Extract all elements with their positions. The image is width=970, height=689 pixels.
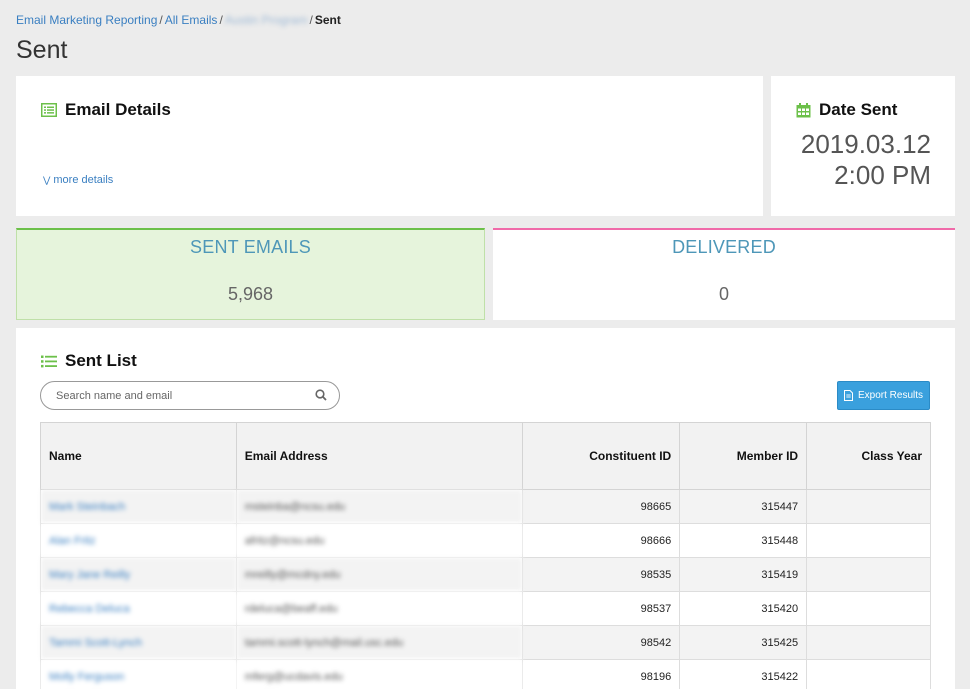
column-header-constituent-id[interactable]: Constituent ID bbox=[522, 422, 681, 490]
email-details-header: Email Details bbox=[41, 100, 171, 120]
date-sent-card: Date Sent 2019.03.12 2:00 PM bbox=[771, 76, 955, 216]
column-header-name[interactable]: Name bbox=[40, 422, 237, 490]
date-sent-header: Date Sent bbox=[796, 100, 897, 120]
row-class-year bbox=[806, 489, 931, 524]
delivered-label: DELIVERED bbox=[672, 237, 776, 257]
breadcrumb-separator: / bbox=[159, 13, 163, 27]
table-row: Molly Ferguson mferg@ucdavis.edu 98196 3… bbox=[40, 659, 931, 689]
date-sent-title: Date Sent bbox=[819, 100, 898, 119]
sent-emails-value: 5,968 bbox=[227, 284, 274, 304]
row-class-year bbox=[806, 591, 931, 626]
export-results-button[interactable]: Export Results bbox=[837, 381, 930, 410]
row-email: mreilly@mcdny.edu bbox=[235, 557, 524, 592]
search-box bbox=[40, 381, 340, 410]
column-header-class-year[interactable]: Class Year bbox=[806, 422, 931, 490]
row-name[interactable]: Molly Ferguson bbox=[40, 659, 237, 689]
table-header-row: Name Email Address Constituent ID Member… bbox=[40, 422, 931, 490]
row-email: tammi.scott-lynch@mail.usc.edu bbox=[235, 625, 524, 660]
column-header-email[interactable]: Email Address bbox=[235, 422, 524, 490]
row-constituent-id: 98666 bbox=[522, 523, 681, 558]
sent-emails-stat[interactable]: SENT EMAILS 5,968 bbox=[16, 228, 485, 320]
breadcrumb: Email Marketing Reporting / All Emails / Aus… bbox=[16, 13, 341, 27]
row-constituent-id: 98535 bbox=[522, 557, 681, 592]
row-constituent-id: 98542 bbox=[522, 625, 681, 660]
table-row: Tammi Scott-Lynch tammi.scott-lynch@mail… bbox=[40, 625, 931, 660]
row-member-id: 315447 bbox=[679, 489, 808, 524]
row-name[interactable]: Tammi Scott-Lynch bbox=[40, 625, 237, 660]
row-member-id: 315422 bbox=[679, 659, 808, 689]
row-class-year bbox=[806, 659, 931, 689]
sent-list-table: Name Email Address Constituent ID Member… bbox=[40, 422, 931, 689]
row-member-id: 315420 bbox=[679, 591, 808, 626]
column-header-member-id[interactable]: Member ID bbox=[679, 422, 808, 490]
row-constituent-id: 98665 bbox=[522, 489, 681, 524]
row-class-year bbox=[806, 523, 931, 558]
row-name[interactable]: Alan Fritz bbox=[40, 523, 237, 558]
breadcrumb-all-emails[interactable]: All Emails bbox=[165, 13, 218, 27]
delivered-value: 0 bbox=[718, 284, 729, 304]
calendar-icon bbox=[796, 102, 811, 117]
row-member-id: 315419 bbox=[679, 557, 808, 592]
table-row: Mark Steinbach msteinba@ncsu.edu 98665 3… bbox=[40, 489, 931, 524]
row-class-year bbox=[806, 625, 931, 660]
row-constituent-id: 98537 bbox=[522, 591, 681, 626]
email-details-title: Email Details bbox=[65, 100, 171, 119]
row-name[interactable]: Mary Jane Reilly bbox=[40, 557, 237, 592]
sent-list-title: Sent List bbox=[65, 351, 137, 370]
sent-emails-label: SENT EMAILS bbox=[190, 237, 311, 257]
row-member-id: 315425 bbox=[679, 625, 808, 660]
email-details-card: Email Details ⋁ more details bbox=[16, 76, 763, 216]
row-email: msteinba@ncsu.edu bbox=[235, 489, 524, 524]
list-icon bbox=[41, 355, 57, 367]
sent-list-card: Sent List Export Results Name Email Addr… bbox=[16, 328, 955, 689]
row-email: afritz@ncsu.edu bbox=[235, 523, 524, 558]
row-email: rdeluca@beaff.edu bbox=[235, 591, 524, 626]
search-input[interactable] bbox=[56, 387, 301, 405]
more-details-link[interactable]: ⋁ more details bbox=[43, 174, 113, 186]
page-title: Sent bbox=[16, 36, 68, 64]
breadcrumb-current: Sent bbox=[314, 13, 341, 27]
date-sent-time: 2:00 PM bbox=[834, 160, 931, 190]
row-name[interactable]: Mark Steinbach bbox=[40, 489, 237, 524]
more-details-label: more details bbox=[53, 174, 114, 186]
row-email: mferg@ucdavis.edu bbox=[235, 659, 524, 689]
export-results-label: Export Results bbox=[857, 390, 924, 401]
search-icon[interactable] bbox=[315, 389, 327, 401]
table-row: Rebecca Deluca rdeluca@beaff.edu 98537 3… bbox=[40, 591, 931, 626]
row-constituent-id: 98196 bbox=[522, 659, 681, 689]
sent-list-header: Sent List bbox=[41, 351, 137, 371]
breadcrumb-email-marketing-reporting[interactable]: Email Marketing Reporting bbox=[16, 13, 157, 27]
table-row: Mary Jane Reilly mreilly@mcdny.edu 98535… bbox=[40, 557, 931, 592]
breadcrumb-email-name[interactable]: Austin Program bbox=[225, 13, 308, 27]
double-chevron-down-icon: ⋁ bbox=[43, 175, 51, 185]
row-member-id: 315448 bbox=[679, 523, 808, 558]
row-name[interactable]: Rebecca Deluca bbox=[40, 591, 237, 626]
breadcrumb-separator: / bbox=[309, 13, 313, 27]
row-class-year bbox=[806, 557, 931, 592]
table-row: Alan Fritz afritz@ncsu.edu 98666 315448 bbox=[40, 523, 931, 558]
list-alt-icon bbox=[41, 103, 57, 117]
delivered-stat[interactable]: DELIVERED 0 bbox=[493, 228, 955, 320]
file-export-icon bbox=[843, 390, 853, 401]
breadcrumb-separator: / bbox=[219, 13, 223, 27]
date-sent-date: 2019.03.12 bbox=[800, 129, 931, 159]
